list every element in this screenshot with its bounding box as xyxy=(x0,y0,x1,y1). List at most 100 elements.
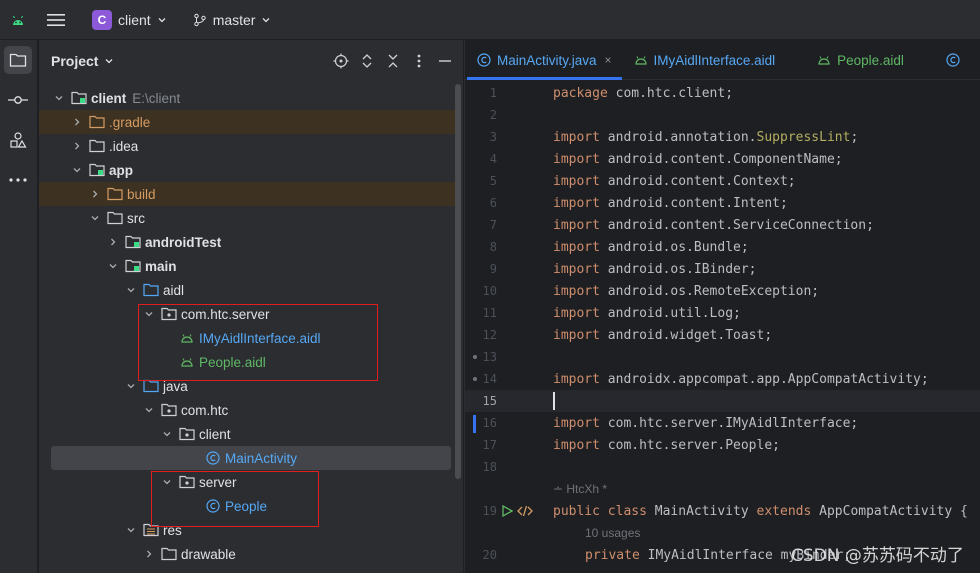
commit-icon xyxy=(8,96,28,104)
chevron-right-icon[interactable] xyxy=(105,234,121,250)
tree-item-app[interactable]: app xyxy=(39,158,455,182)
chevron-down-icon[interactable] xyxy=(123,522,139,538)
chevron-right-icon[interactable] xyxy=(141,546,157,562)
project-tool-button[interactable] xyxy=(4,46,32,74)
code-line: 16 import com.htc.server.IMyAidlInterface… xyxy=(465,412,980,434)
code-token: android.content.ServiceConnection; xyxy=(599,217,874,233)
tree-item-client-root[interactable]: client E:\client xyxy=(39,86,455,110)
code-line: 3 import android.annotation.SuppressLint; xyxy=(465,126,980,148)
tool-window-strip xyxy=(0,40,38,573)
collapse-all-icon[interactable] xyxy=(385,51,401,71)
project-name: client xyxy=(118,11,151,28)
code-text: import android.os.Bundle; xyxy=(553,240,749,255)
code-text: import androidx.appcompat.app.AppCompatA… xyxy=(553,372,929,387)
chevron-down-icon[interactable] xyxy=(123,378,139,394)
tree-item-label: app xyxy=(109,162,134,178)
chevron-down-icon[interactable] xyxy=(123,282,139,298)
panel-title[interactable]: Project xyxy=(51,53,98,69)
watermark: CSDN @苏苏码不动了 xyxy=(791,546,964,566)
branch-selector[interactable]: master xyxy=(187,6,278,34)
code-editor: MainActivity.java × IMyAidlInterface.aid… xyxy=(464,40,980,573)
tree-item-src[interactable]: src xyxy=(39,206,455,230)
tree-item-label: .gradle xyxy=(109,114,151,130)
tree-scrollbar[interactable] xyxy=(455,84,461,479)
commit-tool-button[interactable] xyxy=(4,86,32,114)
chevron-down-icon[interactable] xyxy=(141,402,157,418)
folder-icon xyxy=(107,210,123,226)
expand-all-icon[interactable] xyxy=(359,51,375,71)
code-line: 2 xyxy=(465,104,980,126)
module-folder-icon xyxy=(71,90,87,106)
project-badge: C xyxy=(92,9,112,30)
tree-item-package-com-htc[interactable]: com.htc xyxy=(39,398,455,422)
tree-item-mainactivity[interactable]: MainActivity xyxy=(51,446,451,470)
tab-imyaidlinterface[interactable]: IMyAidlInterface.aidl xyxy=(624,40,788,80)
tree-item-label: .idea xyxy=(109,138,139,154)
tree-item-drawable[interactable]: drawable xyxy=(39,542,455,566)
tree-item-gradle[interactable]: .gradle xyxy=(39,110,455,134)
annotation-highlight-box xyxy=(138,304,378,381)
keyword: import xyxy=(553,437,600,453)
resource-manager-button[interactable] xyxy=(4,126,32,154)
code-token: ; xyxy=(850,129,859,145)
more-tools-button[interactable] xyxy=(4,166,32,194)
tab-mainactivity[interactable]: MainActivity.java × xyxy=(465,40,624,80)
tree-item-main[interactable]: main xyxy=(39,254,455,278)
line-number: 16 xyxy=(482,416,497,430)
code-line: 19 public class MainActivity extends AppC… xyxy=(465,500,980,522)
tab-overflow[interactable] xyxy=(916,40,978,80)
tree-item-idea[interactable]: .idea xyxy=(39,134,455,158)
branch-name: master xyxy=(212,11,256,28)
code-tag-icon[interactable] xyxy=(517,505,533,517)
tree-item-aidl[interactable]: aidl xyxy=(39,278,455,302)
keyword: import xyxy=(553,217,600,233)
code-text: package com.htc.client; xyxy=(553,86,733,101)
chevron-right-icon[interactable] xyxy=(69,138,85,154)
locate-file-icon[interactable] xyxy=(333,51,349,71)
fold-marker[interactable] xyxy=(473,377,477,381)
line-number: 7 xyxy=(489,218,497,232)
usages-hint[interactable]: 10 usages xyxy=(585,526,640,540)
options-icon[interactable] xyxy=(411,51,427,71)
package-icon xyxy=(179,426,195,442)
close-icon[interactable]: × xyxy=(605,53,612,67)
fold-marker[interactable] xyxy=(473,355,477,359)
code-text: import android.os.RemoteException; xyxy=(553,284,819,299)
tree-item-package-client[interactable]: client xyxy=(39,422,455,446)
project-selector[interactable]: C client xyxy=(86,6,173,34)
chevron-right-icon[interactable] xyxy=(69,114,85,130)
title-bar: C client master xyxy=(0,0,980,40)
folder-icon xyxy=(161,546,177,562)
line-number: 5 xyxy=(489,174,497,188)
shapes-icon xyxy=(10,132,27,148)
chevron-down-icon[interactable] xyxy=(51,90,67,106)
minimize-icon[interactable] xyxy=(437,51,453,71)
code-line: 5 import android.content.Context; xyxy=(465,170,980,192)
line-number: 15 xyxy=(482,394,497,408)
tree-item-label: client xyxy=(91,90,127,106)
project-path: E:\client xyxy=(132,90,181,106)
run-icon[interactable] xyxy=(501,505,513,517)
hamburger-icon xyxy=(47,13,65,26)
line-number: 9 xyxy=(489,262,497,276)
chevron-down-icon[interactable] xyxy=(69,162,85,178)
tab-people-aidl[interactable]: People.aidl xyxy=(787,40,916,80)
gutter-actions[interactable] xyxy=(501,505,533,517)
chevron-down-icon[interactable] xyxy=(87,210,103,226)
tree-item-label: androidTest xyxy=(145,234,222,250)
keyword: class xyxy=(607,503,647,519)
tree-item-androidtest[interactable]: androidTest xyxy=(39,230,455,254)
code-line: 7 import android.content.ServiceConnectio… xyxy=(465,214,980,236)
chevron-down-icon[interactable] xyxy=(105,258,121,274)
chevron-down-icon[interactable] xyxy=(159,426,175,442)
line-number: 6 xyxy=(489,196,497,210)
code-text: import android.annotation.SuppressLint; xyxy=(553,130,858,145)
keyword: import xyxy=(553,173,600,189)
code-line: 13 xyxy=(465,346,980,368)
code-token: android.os.RemoteException; xyxy=(599,283,820,299)
code-text: import com.htc.server.IMyAidlInterface; xyxy=(553,416,858,431)
chevron-right-icon[interactable] xyxy=(87,186,103,202)
tree-item-build[interactable]: build xyxy=(39,182,455,206)
main-menu-button[interactable] xyxy=(36,0,76,40)
chevron-down-icon[interactable] xyxy=(104,56,114,66)
